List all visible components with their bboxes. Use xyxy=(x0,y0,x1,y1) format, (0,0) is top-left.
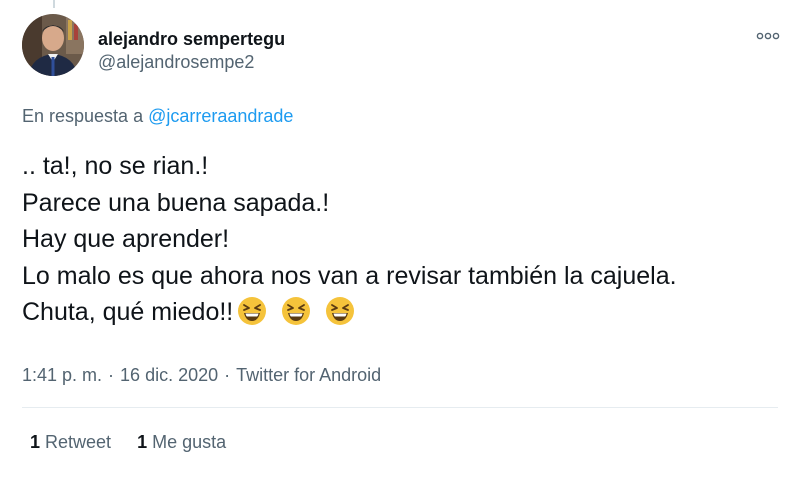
tweet-text: .. ta!, no se rian.! Parece una buena sa… xyxy=(22,148,792,337)
retweets-stat[interactable]: 1 Retweet xyxy=(30,430,111,454)
meta-separator: · xyxy=(108,365,115,385)
avatar[interactable] xyxy=(22,14,84,76)
tweet-metadata: 1:41 p. m. · 16 dic. 2020 · Twitter for Andr… xyxy=(22,363,381,387)
reply-prefix: En respuesta a xyxy=(22,106,144,126)
likes-stat[interactable]: 1 Me gusta xyxy=(137,430,226,454)
tweet-last-line: Chuta, qué miedo!! xyxy=(22,294,792,337)
reply-context: En respuesta a @jcarreraandrade xyxy=(22,104,293,128)
thread-connector-line xyxy=(53,0,55,8)
reply-mention-link[interactable]: @jcarreraandrade xyxy=(148,106,293,126)
grinning-squinting-face-icon xyxy=(282,297,311,325)
avatar-photo xyxy=(22,14,84,76)
author-handle[interactable]: @alejandrosempe2 xyxy=(98,50,285,74)
tweet-line: Chuta, qué miedo!! xyxy=(22,298,234,326)
author-block[interactable]: alejandro sempertegu @alejandrosempe2 xyxy=(98,28,285,74)
tweet-line: .. ta!, no se rian.! xyxy=(22,152,209,180)
retweets-label: Retweet xyxy=(45,432,112,452)
divider-top xyxy=(22,407,778,408)
tweet-source-link[interactable]: Twitter for Android xyxy=(236,365,381,385)
tweet-line: Hay que aprender! xyxy=(22,225,230,253)
more-options-button[interactable] xyxy=(754,26,782,46)
tweet-card: alejandro sempertegu @alejandrosempe2 En… xyxy=(0,0,800,477)
tweet-line: Lo malo es que ahora nos van a revisar t… xyxy=(22,261,677,290)
tweet-time[interactable]: 1:41 p. m. xyxy=(22,365,102,385)
likes-count: 1 xyxy=(137,432,148,452)
emoji-group xyxy=(237,296,369,337)
tweet-line: Parece una buena sapada.! xyxy=(22,188,330,217)
engagement-stats: 1 Retweet 1 Me gusta xyxy=(30,430,252,454)
author-display-name[interactable]: alejandro sempertegu xyxy=(98,28,285,50)
tweet-date[interactable]: 16 dic. 2020 xyxy=(120,365,218,385)
meta-separator: · xyxy=(224,365,231,385)
tweet-header: alejandro sempertegu @alejandrosempe2 xyxy=(22,14,782,84)
more-dots-icon xyxy=(756,32,780,40)
grinning-squinting-face-icon xyxy=(238,297,267,325)
retweets-count: 1 xyxy=(30,432,41,452)
grinning-squinting-face-icon xyxy=(326,297,355,325)
likes-label: Me gusta xyxy=(152,432,227,452)
